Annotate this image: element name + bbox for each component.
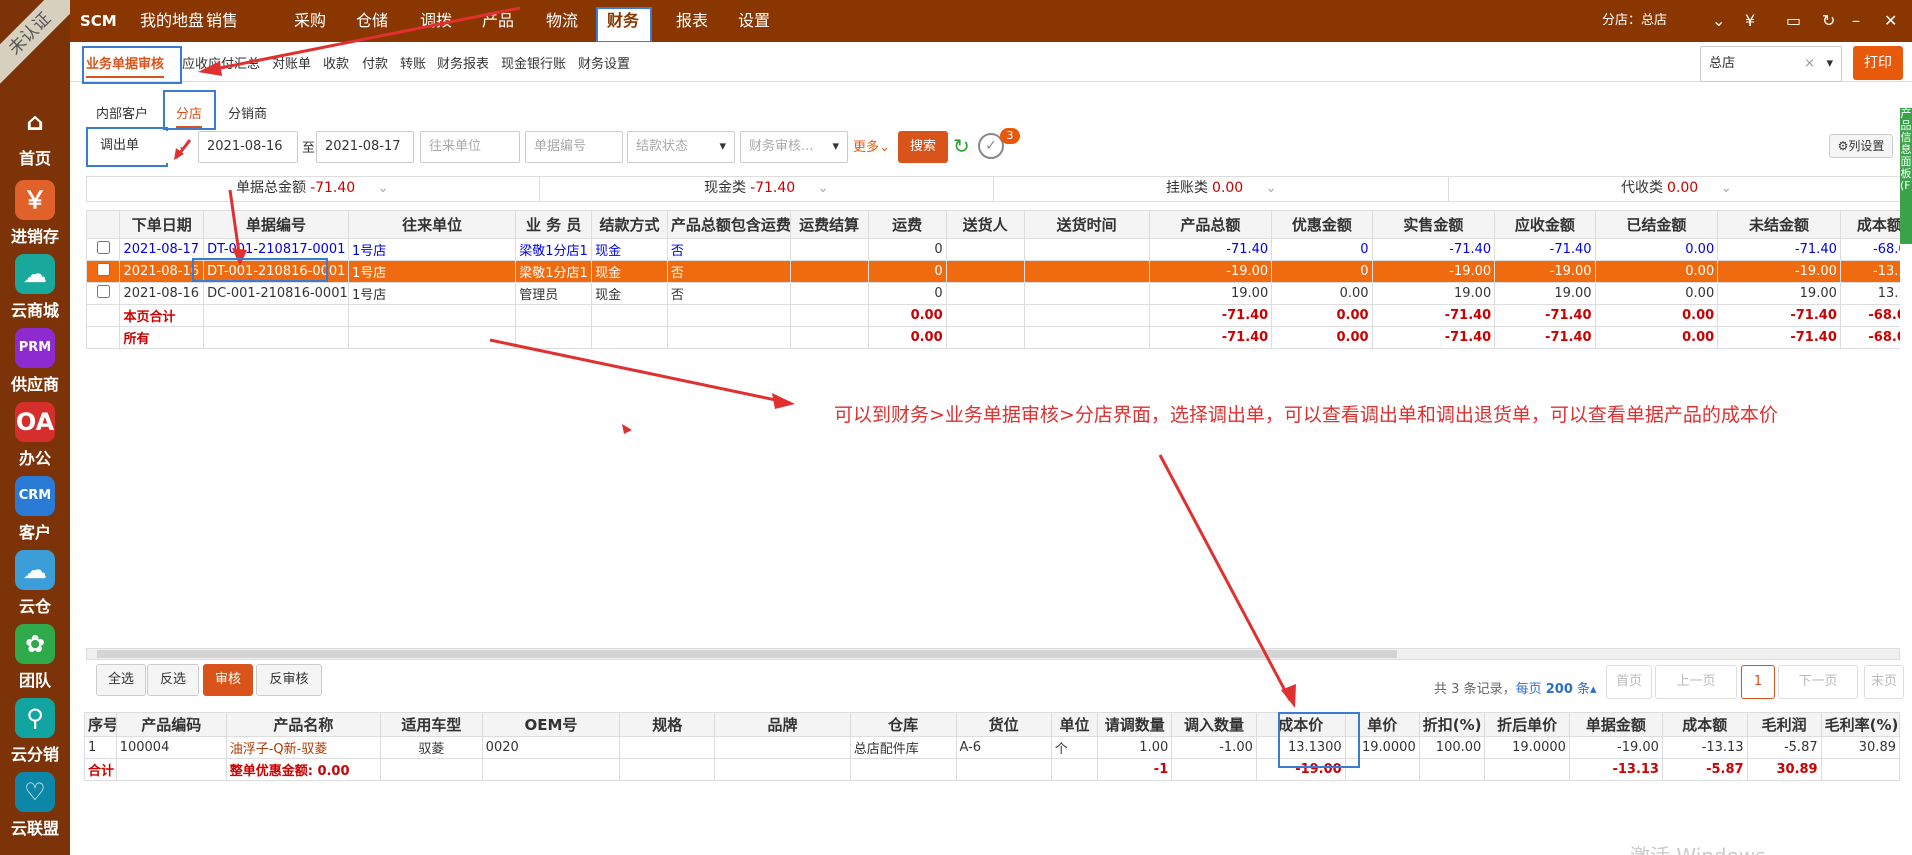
detail-cell: 个 [1050,736,1099,759]
detail-header-4[interactable]: OEM号 [481,712,621,737]
detail-total-cell [481,758,621,781]
detail-total-cell: 30.89 [1746,758,1822,781]
detail-cell: 驭菱 [380,736,483,759]
detail-header-9[interactable]: 单位 [1050,712,1099,737]
detail-header-14[interactable]: 折扣(%) [1418,712,1486,737]
detail-cell: -1.00 [1171,736,1257,759]
docno-highlight [192,258,328,282]
detail-total-cell [1820,758,1900,781]
detail-header-17[interactable]: 成本额 [1661,712,1748,737]
detail-header-8[interactable]: 货位 [955,712,1052,737]
detail-cell: 19.0000 [1484,736,1570,759]
detail-header-0[interactable]: 序号 [84,712,117,737]
arrow-line [489,338,791,405]
detail-cell: 1 [84,736,117,759]
detail-header-5[interactable]: 规格 [619,712,716,737]
pager-button-0[interactable]: 首页 [1606,665,1652,699]
detail-total-cell [619,758,716,781]
arrow-line [1158,454,1292,701]
record-count: 3 [1451,682,1460,697]
detail-cell: -19.00 [1568,736,1663,759]
detail-total-cell: 整单优惠金额: 0.00 [225,758,382,781]
detail-header-18[interactable]: 毛利润 [1746,712,1822,737]
detail-cell: 30.89 [1820,736,1900,759]
detail-row[interactable]: 1 100004 油浮子-Q新-驭菱 驭菱 0020 总店配件库 A-6 个 1.00 -1.00… [84,736,1900,759]
detail-cell [714,736,851,759]
detail-total-cell [1171,758,1257,781]
detail-header-2[interactable]: 产品名称 [225,712,382,737]
arrowhead [772,393,795,409]
action-button-3[interactable]: 反审核 [256,664,322,696]
detail-header-7[interactable]: 仓库 [849,712,957,737]
detail-total-row: 合计 整单优惠金额: 0.00 -1 -19.00 -13.13 -5.87 30.89 [84,758,1900,781]
pager-button-1[interactable]: 上一页 [1655,665,1737,699]
per-page-label: 每页 [1515,682,1542,697]
detail-cell: A-6 [955,736,1052,759]
detail-total-cell [849,758,957,781]
arrow-line [209,6,521,72]
pager-mid: 条记录， [1463,682,1516,697]
detail-header-3[interactable]: 适用车型 [380,712,483,737]
pager-button-2[interactable]: 1 [1741,665,1775,699]
detail-header-row: 序号 产品编码 产品名称 适用车型 OEM号 规格 品牌 仓库 货位 单位 请调数量 调入数量 成本价单… [84,712,1900,737]
action-button-1[interactable]: 反选 [147,664,199,696]
detail-total-cell [1418,758,1486,781]
arrowhead [198,61,222,76]
detail-header-15[interactable]: 折后单价 [1484,712,1570,737]
detail-cell: 1.00 [1097,736,1173,759]
detail-header-19[interactable]: 毛利率(%) [1820,712,1900,737]
detail-total-cell: -13.13 [1568,758,1663,781]
detail-header-11[interactable]: 调入数量 [1171,712,1257,737]
detail-total-cell [1484,758,1570,781]
detail-cell: -13.13 [1661,736,1748,759]
detail-header-6[interactable]: 品牌 [714,712,851,737]
detail-total-cell [955,758,1052,781]
windows-watermark: 激活 Windows [1630,840,1766,855]
caret-up-icon[interactable]: ▴ [1590,682,1597,697]
detail-cell: 0020 [481,736,621,759]
pager-button-4[interactable]: 末页 [1864,665,1904,699]
product-detail-grid: 序号 产品编码 产品名称 适用车型 OEM号 规格 品牌 仓库 货位 单位 请调数量 调入数量 成本价单… [84,712,1900,782]
detail-cell: 100004 [115,736,227,759]
action-button-0[interactable]: 全选 [96,664,146,696]
detail-cell [619,736,716,759]
detail-total-cell [115,758,227,781]
detail-total-cell: -5.87 [1661,758,1748,781]
pager-info: 共 3 条记录，每页 200 条▴ [1434,678,1597,697]
detail-total-cell: 合计 [84,758,117,781]
pager-prefix: 共 [1434,682,1448,697]
detail-cell: 总店配件库 [849,736,957,759]
cost-price-highlight [1278,712,1360,768]
detail-cell: -5.87 [1746,736,1822,759]
detail-header-16[interactable]: 单据金额 [1568,712,1663,737]
detail-header-1[interactable]: 产品编码 [115,712,227,737]
detail-total-cell [1050,758,1099,781]
detail-total-cell: -1 [1097,758,1173,781]
pager-button-3[interactable]: 下一页 [1778,665,1858,699]
detail-total-cell [714,758,851,781]
per-page-value[interactable]: 200 [1546,682,1573,697]
detail-header-10[interactable]: 请调数量 [1097,712,1173,737]
detail-total-cell [380,758,483,781]
per-page-unit: 条 [1577,682,1591,697]
detail-cell: 100.00 [1418,736,1486,759]
action-button-2[interactable]: 审核 [203,664,253,696]
arrowhead [622,424,632,434]
detail-cell: 油浮子-Q新-驭菱 [225,736,382,759]
